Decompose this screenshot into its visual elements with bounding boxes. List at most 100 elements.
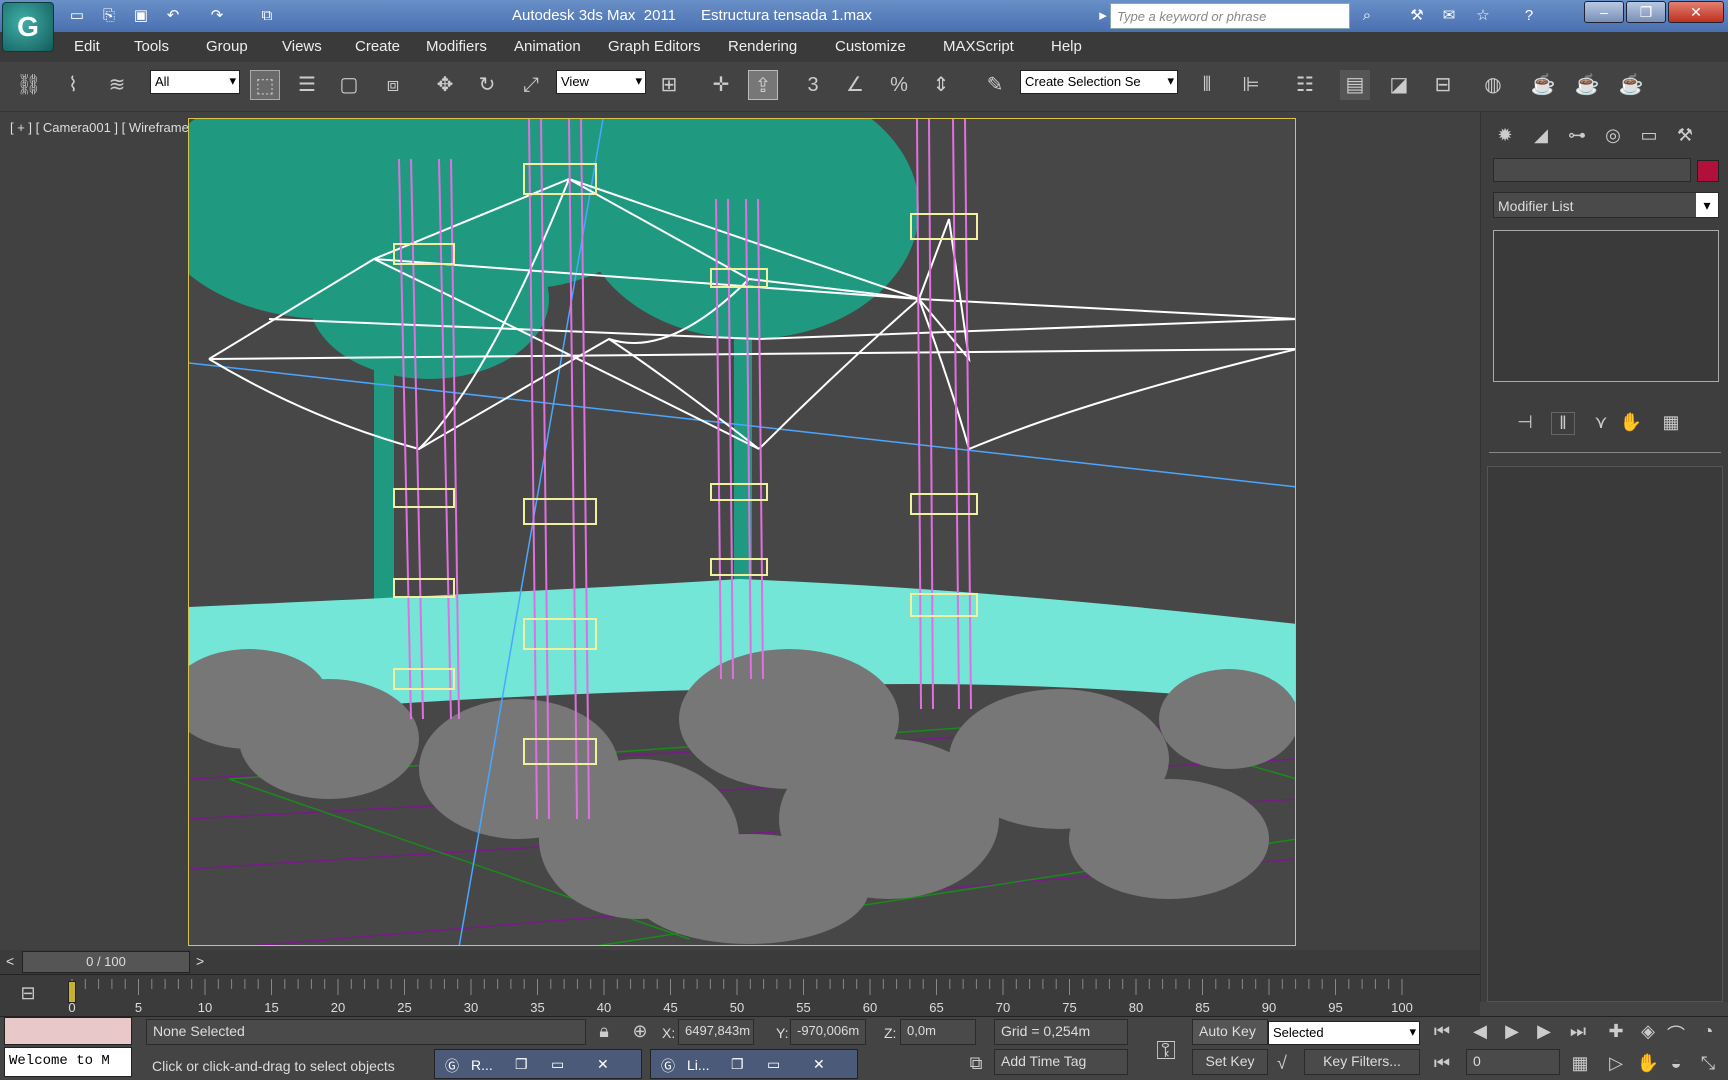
key-mode-dropdown[interactable]: Selected <box>1268 1021 1420 1045</box>
menu-create[interactable]: Create <box>355 38 400 55</box>
zoom-icon[interactable]: ✚ <box>1604 1021 1628 1042</box>
go-to-end-icon[interactable]: ⏭ <box>1566 1021 1590 1042</box>
key-mode-toggle-icon[interactable]: ⏮ <box>1430 1053 1454 1074</box>
hierarchy-tab-icon[interactable]: ⊶ <box>1561 120 1593 150</box>
menu-animation[interactable]: Animation <box>514 38 581 55</box>
object-name-field[interactable] <box>1493 158 1691 182</box>
track-bar[interactable]: ⊟ 0 5 10 15 20 25 30 35 40 45 50 55 60 65 70 75 80 85 90 95… <box>0 974 1480 1016</box>
selection-filter-dropdown[interactable]: All <box>150 70 240 94</box>
minimize-button[interactable]: – <box>1584 1 1624 23</box>
curve-editor-icon[interactable]: ◪ <box>1384 70 1414 100</box>
search-input[interactable]: Type a keyword or phrase <box>1110 3 1350 29</box>
menu-views[interactable]: Views <box>282 38 322 55</box>
selection-lock-icon[interactable]: 🔒︎ <box>592 1021 616 1042</box>
unlink-icon[interactable]: ⌇ <box>58 70 88 100</box>
mirror-icon[interactable]: ⫴ <box>1192 70 1222 100</box>
absolute-mode-icon[interactable]: ⊕ <box>628 1021 652 1042</box>
taskbar-item-2[interactable]: Ⓖ Li... ❐ ▭ ✕ <box>650 1049 858 1079</box>
snaps-toggle-icon[interactable]: 3 <box>798 70 828 100</box>
application-button[interactable]: G <box>2 2 54 52</box>
select-and-link-icon[interactable]: ⛓ <box>14 70 44 100</box>
create-tab-icon[interactable]: ✹ <box>1489 120 1521 150</box>
rectangular-selection-icon[interactable]: ▢ <box>334 70 364 100</box>
render-production-icon[interactable]: ☕ <box>1616 70 1646 100</box>
z-coordinate-field[interactable]: 0,0m <box>900 1019 976 1045</box>
pin-stack-icon[interactable]: ⊣ <box>1513 412 1537 433</box>
undo-icon[interactable]: ↶ <box>162 5 184 27</box>
spinner-snap-icon[interactable]: ⇕ <box>926 70 956 100</box>
reference-coordinate-dropdown[interactable]: View <box>556 70 646 94</box>
field-of-view-icon[interactable]: ⌒ <box>1664 1021 1688 1047</box>
menu-edit[interactable]: Edit <box>74 38 100 55</box>
pivot-center-icon[interactable]: ⊞ <box>654 70 684 100</box>
named-selection-set-dropdown[interactable]: Create Selection Se <box>1020 70 1178 94</box>
show-end-result-icon[interactable]: ‖ <box>1551 412 1575 435</box>
key-tangent-icon[interactable]: √ <box>1270 1053 1294 1074</box>
key-filters-button[interactable]: Key Filters... <box>1304 1049 1420 1075</box>
binoculars-icon[interactable]: ⌕ <box>1356 5 1378 27</box>
y-coordinate-field[interactable]: -970,006m <box>790 1019 866 1045</box>
angle-snap-icon[interactable]: ∠ <box>840 70 870 100</box>
set-key-icon[interactable]: ⚿ <box>1148 1035 1184 1067</box>
select-object-icon[interactable]: ⬚ <box>250 70 280 100</box>
manipulate-icon[interactable]: ✛ <box>706 70 736 100</box>
motion-tab-icon[interactable]: ◎ <box>1597 120 1629 150</box>
taskbar-maximize-icon[interactable]: ▭ <box>767 1056 780 1073</box>
time-slider-next-icon[interactable]: > <box>196 953 204 969</box>
walk-through-icon[interactable]: ◒ <box>1664 1053 1688 1074</box>
project-folder-icon[interactable]: ⧉ <box>256 5 278 27</box>
menu-help[interactable]: Help <box>1051 38 1082 55</box>
restore-button[interactable]: ❐ <box>1626 1 1666 23</box>
close-button[interactable]: ✕ <box>1668 1 1724 23</box>
time-slider-prev-icon[interactable]: < <box>6 953 14 969</box>
viewport[interactable]: [ + ] [ Camera001 ] [ Wireframe ] <box>0 112 1480 950</box>
help-icon[interactable]: ? <box>1518 5 1540 27</box>
graphite-ribbon-icon[interactable]: ▤ <box>1340 70 1370 100</box>
maximize-viewport-icon[interactable]: ⤡ <box>1696 1053 1720 1074</box>
pan-view-icon[interactable]: ✋ <box>1636 1053 1660 1074</box>
taskbar-close-icon[interactable]: ✕ <box>597 1056 609 1073</box>
select-and-rotate-icon[interactable]: ↻ <box>472 70 502 100</box>
next-frame-icon[interactable]: ▶︎ <box>1532 1021 1556 1042</box>
favorites-star-icon[interactable]: ☆ <box>1472 5 1494 27</box>
menu-customize[interactable]: Customize <box>835 38 906 55</box>
schematic-view-icon[interactable]: ⊟ <box>1428 70 1458 100</box>
menu-group[interactable]: Group <box>206 38 248 55</box>
communication-icon[interactable]: ✉ <box>1438 5 1460 27</box>
select-and-move-icon[interactable]: ✥ <box>430 70 460 100</box>
align-icon[interactable]: ⊫ <box>1236 70 1266 100</box>
keyboard-shortcut-override-icon[interactable]: ⇪ <box>748 70 778 100</box>
time-tag-icon[interactable]: ⧉ <box>964 1053 988 1074</box>
material-editor-icon[interactable]: ◍ <box>1478 70 1508 100</box>
time-slider-thumb[interactable]: 0 / 100 <box>22 951 190 973</box>
configure-modifier-sets-icon[interactable]: ▦ <box>1659 412 1683 433</box>
set-key-button[interactable]: Set Key <box>1192 1049 1268 1075</box>
taskbar-maximize-icon[interactable]: ▭ <box>551 1056 564 1073</box>
auto-key-button[interactable]: Auto Key <box>1192 1019 1268 1045</box>
menu-modifiers[interactable]: Modifiers <box>426 38 487 55</box>
render-setup-icon[interactable]: ☕ <box>1528 70 1558 100</box>
open-file-icon[interactable]: ⎘ <box>98 5 120 27</box>
select-by-name-icon[interactable]: ☰ <box>292 70 322 100</box>
modify-tab-icon[interactable]: ◢ <box>1525 120 1557 150</box>
percent-snap-icon[interactable]: % <box>884 70 914 100</box>
utilities-tab-icon[interactable]: ⚒ <box>1669 120 1701 150</box>
layer-manager-icon[interactable]: ☷ <box>1290 70 1320 100</box>
taskbar-restore-icon[interactable]: ❐ <box>731 1056 744 1073</box>
taskbar-restore-icon[interactable]: ❐ <box>515 1056 528 1073</box>
add-time-tag-button[interactable]: Add Time Tag <box>994 1049 1128 1075</box>
select-and-scale-icon[interactable]: ⤢ <box>516 70 546 100</box>
redo-icon[interactable]: ↷ <box>206 5 228 27</box>
menu-maxscript[interactable]: MAXScript <box>943 38 1014 55</box>
time-slider[interactable]: < 0 / 100 > <box>0 950 1480 974</box>
previous-frame-icon[interactable]: ◀︎ <box>1468 1021 1492 1042</box>
menu-tools[interactable]: Tools <box>134 38 169 55</box>
rendered-frame-window-icon[interactable]: ☕ <box>1572 70 1602 100</box>
current-frame-marker[interactable] <box>68 981 76 1003</box>
zoom-extents-icon[interactable]: ◈ <box>1636 1021 1660 1042</box>
maxscript-listener[interactable]: Welcome to M <box>4 1047 132 1077</box>
modifier-list-dropdown[interactable]: Modifier List <box>1493 192 1719 218</box>
taskbar-close-icon[interactable]: ✕ <box>813 1056 825 1073</box>
x-coordinate-field[interactable]: 6497,843m <box>678 1019 754 1045</box>
zoom-region-icon[interactable]: ▷ <box>1604 1053 1628 1074</box>
